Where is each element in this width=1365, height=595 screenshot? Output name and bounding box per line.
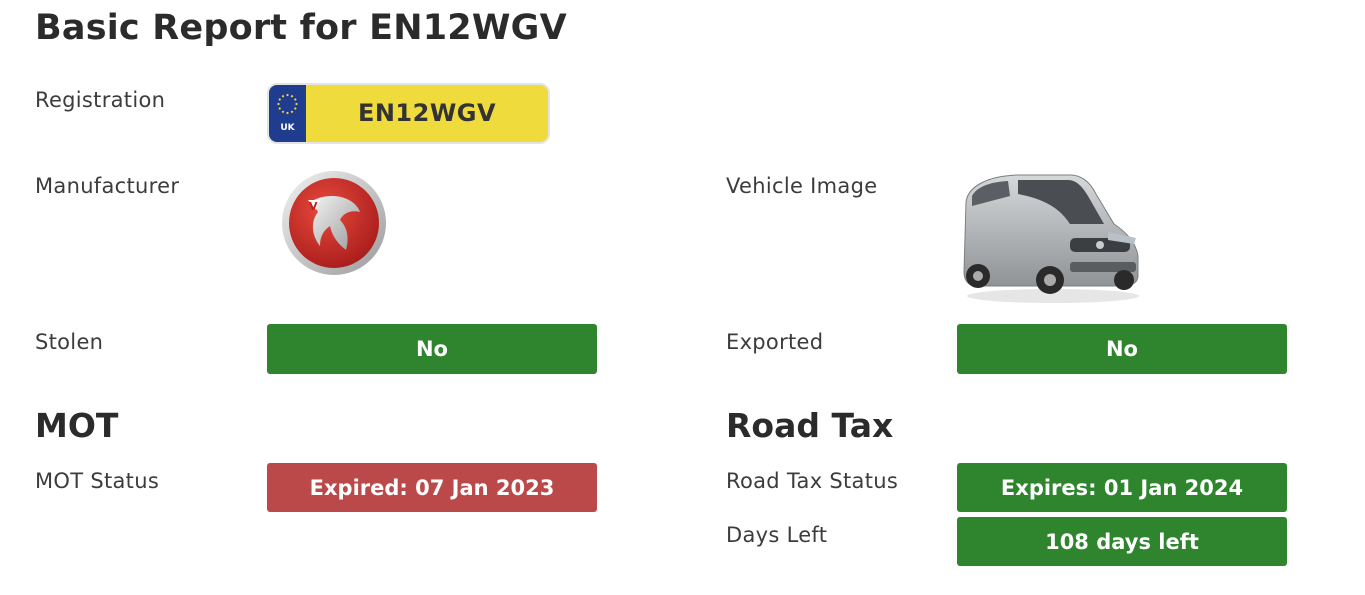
silver-van-image (958, 172, 1144, 306)
page-title: Basic Report for EN12WGV (35, 8, 567, 48)
vauxhall-logo-icon: V (280, 170, 388, 276)
plate-region: UK (280, 123, 295, 133)
plate-registration: EN12WGV (357, 99, 497, 127)
exported-status-badge: No (957, 324, 1287, 374)
registration-plate: UK EN12WGV (267, 83, 550, 144)
mot-status-label: MOT Status (35, 469, 160, 493)
stolen-label: Stolen (35, 330, 104, 354)
registration-label: Registration (35, 88, 166, 112)
exported-label: Exported (726, 330, 824, 354)
svg-text:V: V (309, 200, 318, 213)
eu-stars-icon (277, 93, 298, 115)
manufacturer-label: Manufacturer (35, 174, 180, 198)
days-left-label: Days Left (726, 523, 828, 547)
road-tax-status-badge: Expires: 01 Jan 2024 (957, 463, 1287, 512)
mot-status-badge: Expired: 07 Jan 2023 (267, 463, 597, 512)
eu-flag-strip (269, 85, 306, 142)
road-tax-status-label: Road Tax Status (726, 469, 899, 493)
stolen-status-badge: No (267, 324, 597, 374)
vehicle-image-label: Vehicle Image (726, 174, 878, 198)
days-left-badge: 108 days left (957, 517, 1287, 566)
road-tax-section-heading: Road Tax (726, 406, 894, 445)
mot-section-heading: MOT (35, 406, 119, 445)
